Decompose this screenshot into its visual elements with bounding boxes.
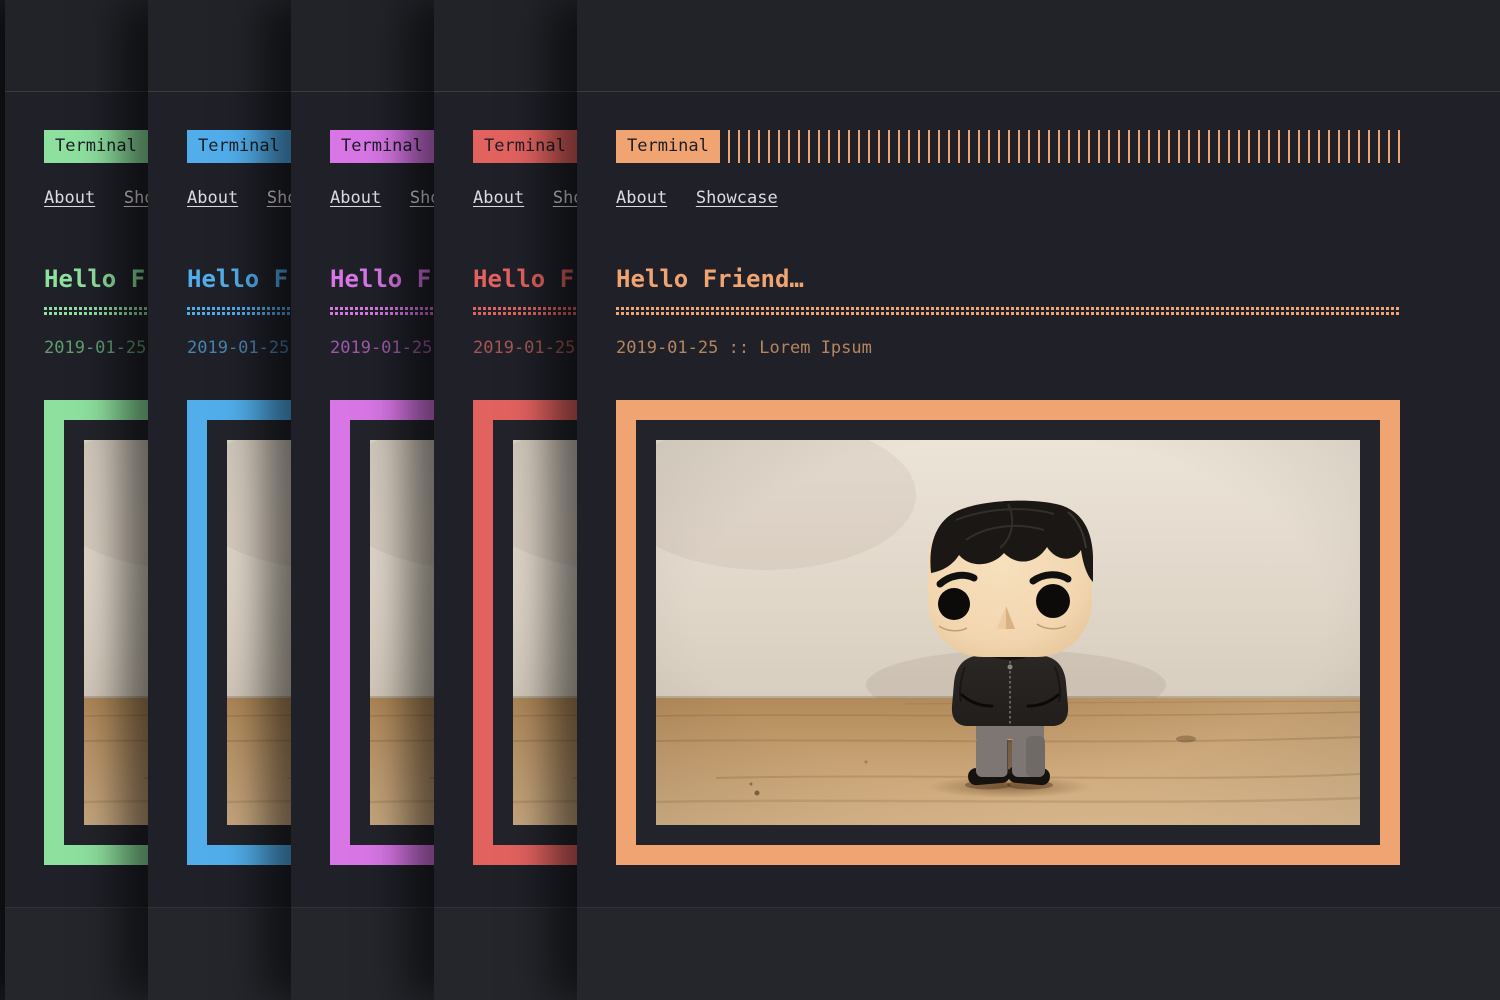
terminal-logo[interactable]: Terminal — [187, 130, 291, 163]
nav-link-about[interactable]: About — [473, 188, 524, 208]
header-decoration-bars — [728, 130, 1400, 163]
post-meta: 2019-01-25 :: Lorem Ipsum — [616, 338, 872, 358]
theme-showcase-stage: Terminal About Showcase Hello Friend… 20… — [0, 0, 1500, 1000]
terminal-logo[interactable]: Terminal — [616, 130, 720, 163]
site-header: Terminal — [616, 130, 1400, 163]
theme-panel-orange: Terminal About Showcase Hello Friend… 20… — [577, 0, 1500, 1000]
title-divider — [616, 307, 1400, 315]
nav-link-about[interactable]: About — [616, 188, 667, 208]
page-bottom-area — [577, 907, 1500, 1000]
page-content-area: Terminal About Showcase Hello Friend… 20… — [577, 91, 1500, 907]
terminal-logo[interactable]: Terminal — [44, 130, 148, 163]
nav-link-about[interactable]: About — [187, 188, 238, 208]
framed-image — [616, 400, 1400, 865]
nav-link-about[interactable]: About — [330, 188, 381, 208]
nav-link-about[interactable]: About — [44, 188, 95, 208]
funko-pop-photo — [656, 440, 1360, 825]
terminal-logo[interactable]: Terminal — [473, 130, 577, 163]
photo-vignette — [656, 440, 1360, 825]
page-top-area — [577, 0, 1500, 91]
post-title: Hello Friend… — [616, 265, 804, 293]
nav-link-showcase[interactable]: Showcase — [696, 188, 778, 208]
terminal-logo[interactable]: Terminal — [330, 130, 434, 163]
main-nav: About Showcase — [616, 188, 797, 208]
